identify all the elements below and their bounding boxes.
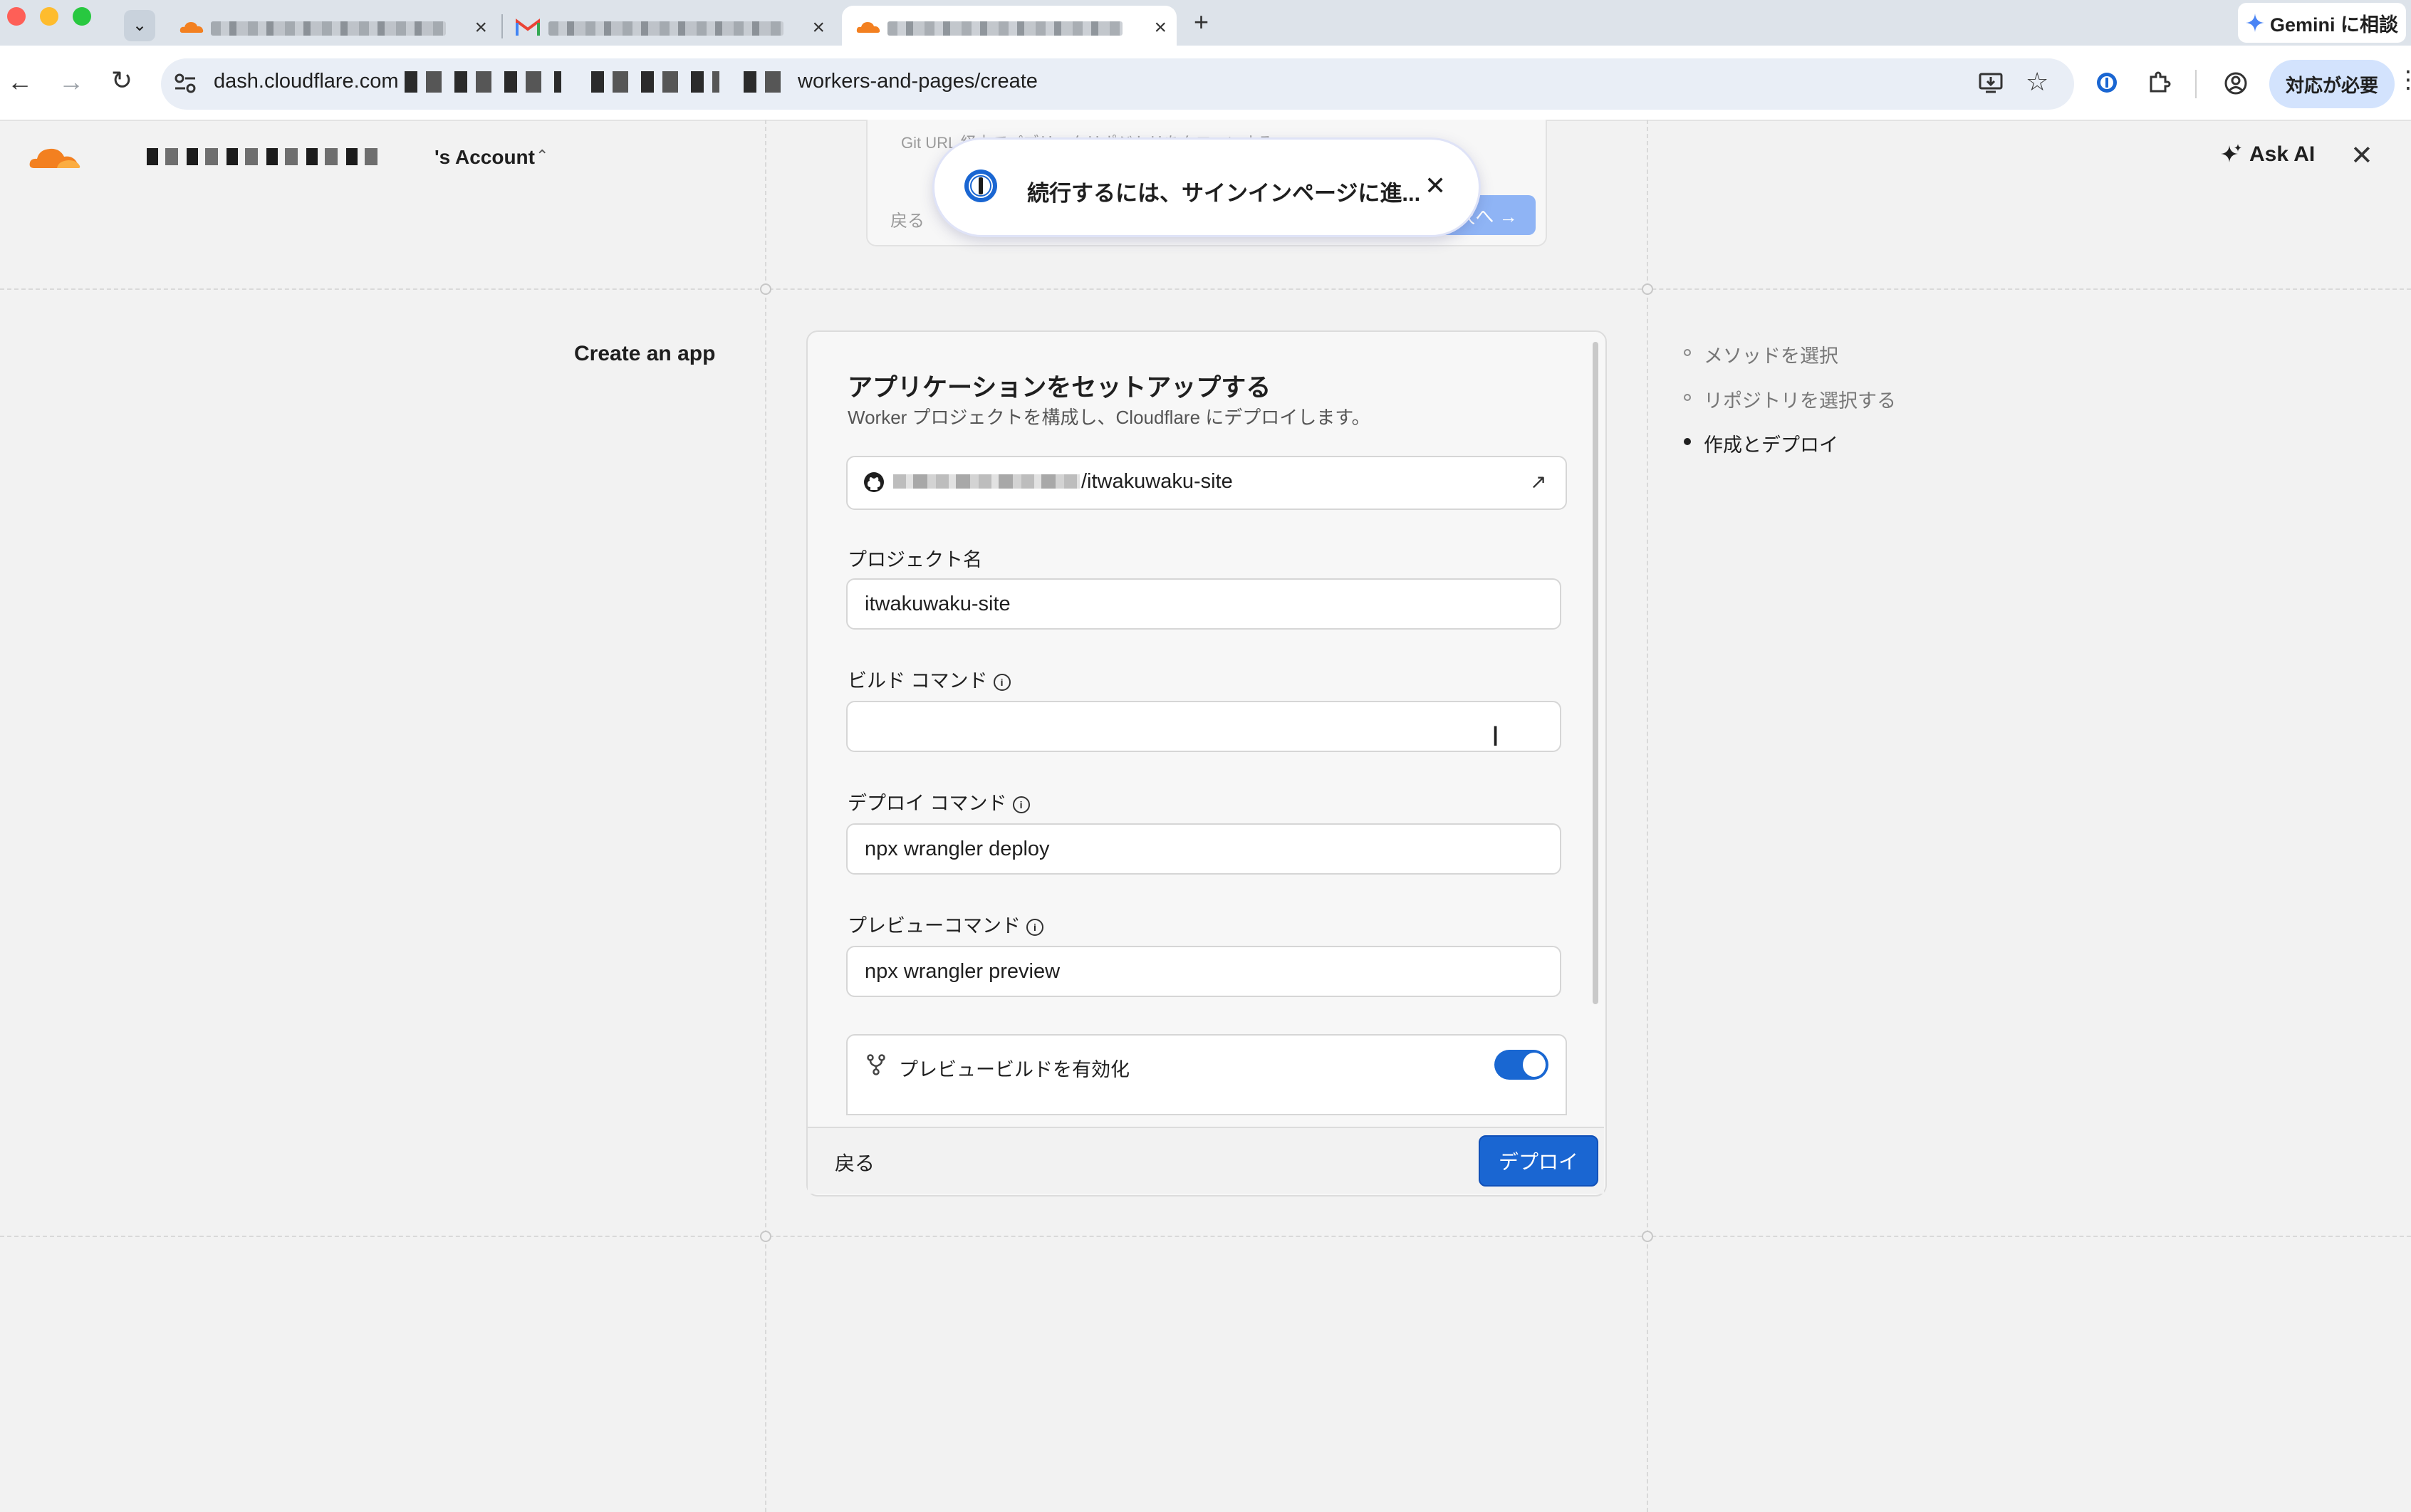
form-subtitle: Worker プロジェクトを構成し、Cloudflare にデプロイします。 — [848, 407, 1370, 428]
install-app-icon[interactable] — [1979, 71, 2003, 94]
deploy-label: デプロイ — [1498, 1151, 1578, 1173]
repo-owner-redacted — [893, 474, 1080, 489]
tab-separator — [501, 14, 503, 38]
deploy-command-input[interactable] — [846, 823, 1561, 875]
close-icon[interactable]: × — [474, 17, 487, 38]
back-button[interactable]: 戻る — [835, 1148, 875, 1177]
info-icon[interactable]: i — [993, 673, 1011, 691]
layout-guide — [0, 1236, 2411, 1237]
build-command-label: ビルド コマンド i — [848, 665, 1011, 693]
deploy-command-label-text: デプロイ コマンド — [848, 793, 1007, 814]
onepassword-extension-icon[interactable] — [2095, 71, 2118, 94]
layout-guide — [765, 120, 766, 1512]
repository-name: /itwakuwaku-site — [1081, 470, 1233, 493]
layout-guide-handle — [1642, 283, 1653, 295]
close-icon[interactable]: × — [812, 17, 825, 38]
tab-cloudflare-1[interactable]: × — [168, 6, 497, 46]
forward-arrow-icon[interactable]: → — [58, 67, 84, 97]
toggle-knob — [1523, 1053, 1546, 1077]
preview-command-input[interactable] — [846, 946, 1561, 997]
cloudflare-logo-icon[interactable] — [28, 142, 83, 171]
text-cursor-icon: I — [1491, 721, 1500, 752]
tab-title-redacted — [887, 21, 1123, 36]
onepassword-message: 続行するには、サインインページに進... — [1027, 181, 1421, 206]
ask-ai-label: Ask AI — [2249, 142, 2316, 166]
preview-command-label: プレビューコマンド i — [848, 910, 1043, 938]
url-path: workers-and-pages/create — [798, 70, 1038, 93]
onepassword-icon — [964, 170, 997, 202]
url-host: dash.cloudflare.com — [214, 70, 399, 93]
back-arrow-icon[interactable]: ← — [7, 67, 33, 97]
info-icon[interactable]: i — [1026, 918, 1043, 936]
cloudflare-icon — [179, 22, 204, 33]
deploy-button[interactable]: デプロイ — [1479, 1135, 1598, 1187]
account-switcher[interactable]: 's Account — [434, 146, 535, 169]
step-dot-done — [1684, 394, 1691, 401]
url-redacted — [405, 71, 561, 93]
site-settings-icon[interactable] — [174, 73, 197, 94]
window-minimize-dot[interactable] — [40, 7, 58, 26]
close-icon[interactable]: ✕ — [1425, 171, 1446, 201]
window-zoom-dot[interactable] — [73, 7, 91, 26]
build-command-input[interactable] — [846, 701, 1561, 752]
gemini-button[interactable]: Gemini に相談 — [2238, 3, 2406, 43]
deploy-command-label: デプロイ コマンド i — [848, 788, 1030, 815]
project-name-label: プロジェクト名 — [848, 549, 982, 570]
close-icon[interactable]: ✕ — [2350, 140, 2373, 172]
extensions-puzzle-icon[interactable] — [2147, 70, 2171, 94]
external-link-icon[interactable]: ↗ — [1530, 470, 1546, 494]
chevron-updown-icon[interactable]: ⌃ — [536, 147, 548, 165]
step-select-repo[interactable]: リポジトリを選択する — [1704, 385, 1896, 413]
sparkle-icon — [2221, 144, 2241, 162]
needs-action-button[interactable]: 対応が必要 — [2269, 60, 2395, 108]
build-command-label-text: ビルド コマンド — [848, 670, 988, 692]
tab-search-chevron-icon[interactable]: ⌄ — [124, 10, 155, 41]
bookmark-star-icon[interactable]: ☆ — [2026, 67, 2048, 97]
needs-action-label: 対応が必要 — [2285, 74, 2378, 96]
toolbar-divider — [2195, 70, 2197, 98]
window-close-dot[interactable] — [7, 7, 26, 26]
ask-ai-button[interactable]: Ask AI — [2221, 142, 2315, 167]
step-dot-current — [1684, 438, 1691, 445]
gmail-icon — [516, 19, 540, 36]
page-section-title: Create an app — [574, 342, 716, 365]
layout-guide — [1647, 120, 1648, 1512]
browser-menu-icon[interactable]: ⋮ — [2396, 66, 2411, 94]
git-branch-icon — [867, 1054, 885, 1075]
card-scrollbar[interactable] — [1593, 342, 1598, 1004]
tab-title-redacted — [548, 21, 783, 36]
account-name-redacted — [147, 148, 382, 165]
project-name-input[interactable] — [846, 578, 1561, 630]
layout-guide-handle — [760, 283, 771, 295]
preview-command-label-text: プレビューコマンド — [848, 915, 1021, 937]
tab-cloudflare-active[interactable]: × — [842, 6, 1177, 46]
cloudflare-icon — [856, 22, 880, 33]
tab-title-redacted — [211, 21, 446, 36]
gemini-label: Gemini に相談 — [2269, 14, 2399, 36]
tab-gmail[interactable]: × — [507, 6, 835, 46]
preview-builds-label: プレビュービルドを有効化 — [899, 1059, 1130, 1080]
step-create-deploy: 作成とデプロイ — [1704, 434, 1838, 456]
layout-guide-handle — [1642, 1231, 1653, 1242]
profile-avatar-icon[interactable] — [2224, 71, 2248, 95]
close-icon[interactable]: × — [1154, 17, 1167, 38]
gemini-sparkle-icon — [2245, 14, 2264, 32]
url-redacted — [744, 71, 793, 93]
new-tab-button[interactable]: + — [1194, 7, 1209, 37]
form-title: アプリケーションをセットアップする — [848, 374, 1271, 402]
layout-guide-handle — [760, 1231, 771, 1242]
layout-guide — [0, 288, 2411, 290]
reload-icon[interactable]: ↻ — [111, 66, 132, 95]
step-dot-done — [1684, 349, 1691, 356]
previous-step-back-button[interactable]: 戻る — [890, 207, 925, 231]
url-redacted — [591, 71, 719, 93]
info-icon[interactable]: i — [1012, 796, 1030, 813]
github-icon — [864, 472, 884, 492]
step-choose-method[interactable]: メソッドを選択 — [1704, 340, 1838, 368]
